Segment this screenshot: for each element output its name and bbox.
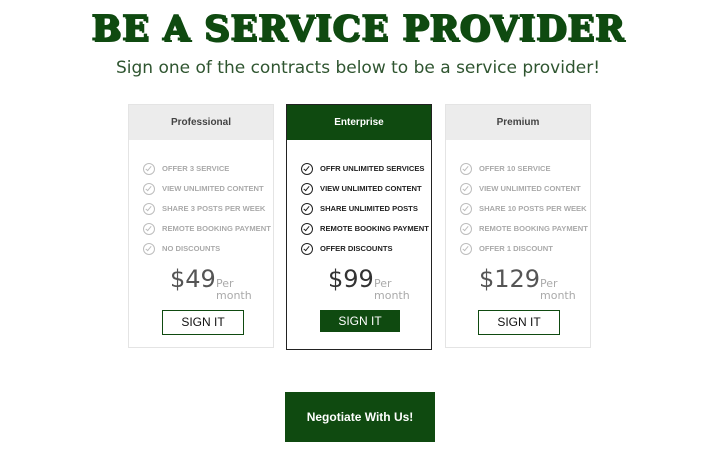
price-period: Per month xyxy=(540,277,576,302)
feature-item: REMOTE BOOKING PAYMENT xyxy=(143,222,271,242)
plan-name: Enterprise xyxy=(287,105,431,140)
feature-item: OFFER 10 SERVICE xyxy=(460,162,586,182)
feature-item: OFFER 1 DISCOUNT xyxy=(460,242,586,262)
feature-item: SHARE 3 POSTS PER WEEK xyxy=(143,202,269,222)
feature-item: REMOTE BOOKING PAYMENT xyxy=(460,222,588,242)
check-circle-icon xyxy=(460,243,472,255)
check-circle-icon xyxy=(143,163,155,175)
check-circle-icon xyxy=(301,223,313,235)
price-period: Per month xyxy=(216,277,252,302)
plan-card-premium: Premium OFFER 10 SERVICE VIEW UNLIMITED … xyxy=(445,104,591,348)
plan-name: Premium xyxy=(446,105,590,140)
feature-item: VIEW UNLIMITED CONTENT xyxy=(460,182,586,202)
check-circle-icon xyxy=(143,223,155,235)
check-circle-icon xyxy=(301,183,313,195)
plan-name: Professional xyxy=(129,105,273,140)
price-period: Per month xyxy=(374,277,410,302)
plan-price: $49 xyxy=(170,265,216,293)
feature-item: SHARE UNLIMITED POSTS xyxy=(301,202,427,222)
sign-it-button[interactable]: SIGN IT xyxy=(478,310,560,335)
feature-item: REMOTE BOOKING PAYMENT xyxy=(301,222,429,242)
sign-it-button[interactable]: SIGN IT xyxy=(320,310,400,332)
check-circle-icon xyxy=(301,203,313,215)
sign-it-button[interactable]: SIGN IT xyxy=(162,310,244,335)
check-circle-icon xyxy=(460,223,472,235)
check-circle-icon xyxy=(460,203,472,215)
feature-item: OFFER 3 SERVICE xyxy=(143,162,269,182)
check-circle-icon xyxy=(301,243,313,255)
check-circle-icon xyxy=(460,183,472,195)
feature-item: OFFER DISCOUNTS xyxy=(301,242,427,262)
feature-item: SHARE 10 POSTS PER WEEK xyxy=(460,202,587,222)
feature-item: OFFR UNLIMITED SERVICES xyxy=(301,162,427,182)
plan-price: $99 xyxy=(328,265,374,293)
negotiate-button[interactable]: Negotiate With Us! xyxy=(285,392,435,442)
plan-card-professional: Professional OFFER 3 SERVICE VIEW UNLIMI… xyxy=(128,104,274,348)
feature-list: OFFR UNLIMITED SERVICES VIEW UNLIMITED C… xyxy=(301,162,429,262)
check-circle-icon xyxy=(301,163,313,175)
check-circle-icon xyxy=(460,163,472,175)
feature-item: VIEW UNLIMITED CONTENT xyxy=(301,182,427,202)
feature-list: OFFER 10 SERVICE VIEW UNLIMITED CONTENT … xyxy=(460,162,588,262)
check-circle-icon xyxy=(143,243,155,255)
page-title: BE A SERVICE PROVIDER xyxy=(91,8,625,50)
page-subtitle: Sign one of the contracts below to be a … xyxy=(115,58,601,78)
check-circle-icon xyxy=(143,183,155,195)
feature-item: VIEW UNLIMITED CONTENT xyxy=(143,182,269,202)
check-circle-icon xyxy=(143,203,155,215)
plan-price: $129 xyxy=(479,265,541,293)
plan-card-enterprise: Enterprise OFFR UNLIMITED SERVICES VIEW … xyxy=(286,104,432,350)
feature-list: OFFER 3 SERVICE VIEW UNLIMITED CONTENT S… xyxy=(143,162,271,262)
feature-item: NO DISCOUNTS xyxy=(143,242,269,262)
